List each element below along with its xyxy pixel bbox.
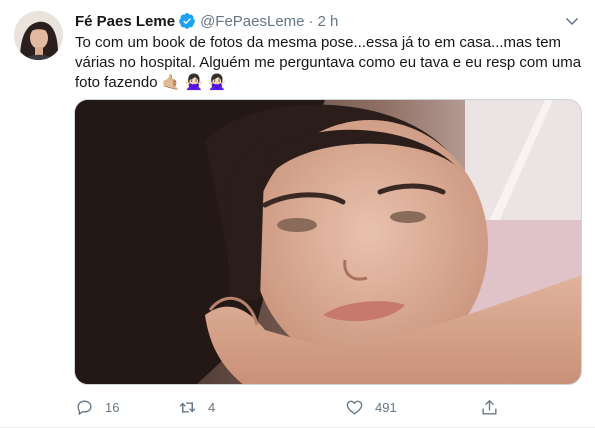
tweet-text-line: To com um book de fotos da mesma pose...… [75,34,562,51]
tweet-text: To com um book de fotos da mesma pose...… [75,33,585,93]
call-me-hand-emoji: 🤙🏼 [161,74,181,92]
heart-icon [346,400,363,415]
like-count: 491 [375,399,397,415]
reply-button[interactable]: 16 [75,396,119,418]
tweet-header: Fé Paes Leme @FePaesLeme · 2 h [75,11,581,31]
share-button[interactable] [480,396,510,418]
tweet-text-line: foto fazendo 🤙🏼 🙅🏻‍♀️ 🙅🏻‍♀️ [75,73,585,93]
gesturing-no-emoji: 🙅🏻‍♀️ [207,74,227,92]
avatar[interactable] [14,11,63,60]
timestamp[interactable]: 2 h [318,13,339,30]
author-handle[interactable]: @FePaesLeme [200,13,304,30]
retweet-icon [179,401,196,413]
tweet[interactable]: Fé Paes Leme @FePaesLeme · 2 h To com um… [0,0,595,428]
like-button[interactable]: 491 [345,396,397,418]
share-icon [482,399,497,415]
chevron-down-icon[interactable] [563,12,581,30]
reply-icon [77,399,92,415]
verified-badge-icon [178,12,196,30]
tweet-actions: 16 4 491 [75,396,505,418]
tweet-text-segment: foto fazendo [75,74,158,91]
separator-dot: · [308,12,314,30]
retweet-button[interactable]: 4 [178,396,215,418]
reply-count: 16 [105,399,120,415]
tweet-text-line: várias no hospital. Alguém me perguntava… [75,54,582,71]
author-name[interactable]: Fé Paes Leme [75,13,175,30]
gesturing-no-emoji: 🙅🏻‍♀️ [184,74,204,92]
tweet-photo[interactable] [74,99,582,385]
retweet-count: 4 [208,399,216,415]
